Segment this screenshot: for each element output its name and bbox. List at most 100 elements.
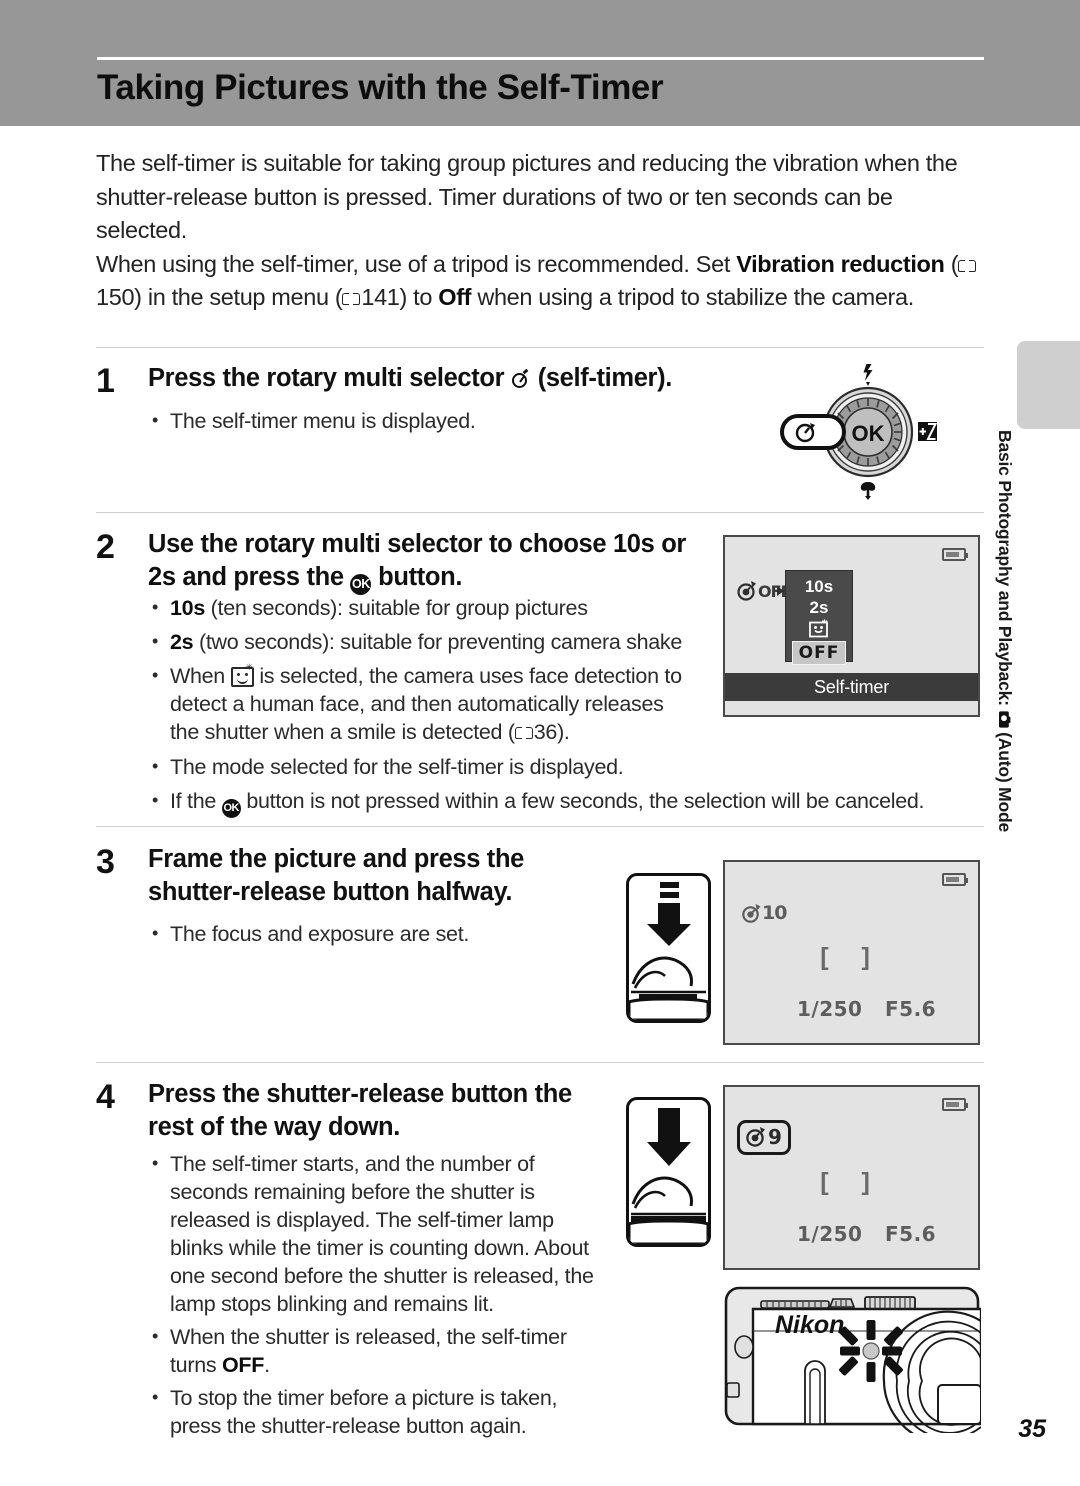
list-item: The focus and exposure are set. <box>148 919 588 948</box>
step-1-heading: Press the rotary multi selector (self-ti… <box>148 362 748 395</box>
intro-p2-ref1: 150 <box>96 284 135 310</box>
intro-p2-g: when using a tripod to stabilize the cam… <box>471 284 914 310</box>
self-timer-icon <box>511 368 531 390</box>
step-2-heading-e: and press the <box>175 563 351 591</box>
aperture-value: F5.6 <box>885 997 937 1021</box>
step-2-number: 2 <box>96 528 115 566</box>
page-header-band: Taking Pictures with the Self-Timer <box>0 0 1080 126</box>
list-item: If the OK button is not pressed within a… <box>148 786 988 818</box>
divider-step-1 <box>96 347 984 348</box>
self-timer-icon <box>746 1127 765 1147</box>
nikon-logo: Nikon <box>775 1311 844 1339</box>
divider-step-4 <box>96 1062 984 1063</box>
camera-front-illustration: Nikon <box>723 1285 983 1446</box>
divider-step-3 <box>96 826 984 827</box>
self-timer-count-indicator: 10 <box>741 902 787 924</box>
list-item: When ✳ is selected, the camera uses face… <box>148 661 688 746</box>
list-item: 10s (ten seconds): suitable for group pi… <box>148 593 688 622</box>
list-item: 2s (two seconds): suitable for preventin… <box>148 627 688 656</box>
rotary-ok-label: OK <box>852 421 885 446</box>
intro-p2-a: When using the self-timer, use of a trip… <box>96 250 737 277</box>
shutter-halfpress-illustration <box>626 873 711 1023</box>
intro-p2-c: ( <box>944 250 959 277</box>
menu-option-2s[interactable]: 2s <box>786 597 852 618</box>
shutter-speed-value: 1/250 <box>797 1222 863 1246</box>
step-1-heading-b: (self-timer). <box>530 364 673 392</box>
step-3-bullets: The focus and exposure are set. <box>148 919 588 951</box>
divider-step-2 <box>96 512 984 513</box>
bullet-bold-10s: 10s <box>170 596 205 620</box>
lcd-shooting-screen-step3: 10 [ ] 1/250 F5.6 <box>723 860 980 1045</box>
side-tab-text-part2: (Auto) Mode <box>995 727 1015 833</box>
macro-icon <box>860 482 876 500</box>
side-tab-marker <box>1017 341 1080 429</box>
intro-p2-bold-off: Off <box>438 284 472 310</box>
ok-button-icon: OK <box>221 799 241 818</box>
step-2-heading: Use the rotary multi selector to choose … <box>148 528 708 595</box>
bullet-text: (two seconds): suitable for preventing c… <box>193 630 683 654</box>
focus-brackets-icon: [ ] <box>820 1168 883 1196</box>
step-2-bullets-upper: 10s (ten seconds): suitable for group pi… <box>148 593 688 749</box>
menu-option-off-selected[interactable]: OFF <box>792 641 846 665</box>
battery-icon <box>942 548 968 561</box>
list-item: The self-timer menu is displayed. <box>148 406 708 435</box>
intro-paragraphs: The self-timer is suitable for taking gr… <box>96 147 986 315</box>
intro-p2-ref2: 141 <box>361 284 400 310</box>
bullet-text-b: button is not pressed within a few secon… <box>240 789 925 813</box>
menu-pointer-icon <box>777 586 784 596</box>
step-1-heading-a: Press the rotary multi selector <box>148 364 511 392</box>
camera-auto-icon <box>993 710 1014 728</box>
self-timer-icon <box>742 903 761 923</box>
lcd-menu-title: Self-timer <box>725 673 978 701</box>
bullet-bold-2s: 2s <box>170 630 194 654</box>
intro-paragraph-1: The self-timer is suitable for taking gr… <box>96 150 958 243</box>
shutter-fullpress-illustration <box>626 1097 711 1247</box>
page-title: Taking Pictures with the Self-Timer <box>97 68 664 107</box>
bullet-ref: 36 <box>533 720 558 744</box>
self-timer-options-popup: 10s 2s OFF <box>785 570 853 665</box>
intro-p2-bold-vibration-reduction: Vibration reduction <box>736 250 945 277</box>
self-timer-countdown-highlight: 9 <box>737 1120 791 1155</box>
exposure-compensation-icon <box>918 422 938 441</box>
step-3-number: 3 <box>96 843 115 881</box>
step-2-heading-2s: 2s <box>148 563 176 591</box>
manual-page: Taking Pictures with the Self-Timer Basi… <box>0 0 1080 1486</box>
list-item: When the shutter is released, the self-t… <box>148 1322 608 1379</box>
intro-p2-d: ) in the setup menu ( <box>134 284 343 310</box>
list-item: To stop the timer before a picture is ta… <box>148 1383 608 1440</box>
self-timer-button-highlight <box>780 414 846 450</box>
menu-option-10s[interactable]: 10s <box>786 576 852 597</box>
self-timer-icon <box>737 581 756 601</box>
flash-icon <box>863 364 873 386</box>
lcd-shooting-screen-step4: 9 [ ] 1/250 F5.6 <box>723 1085 980 1270</box>
countdown-value: 9 <box>768 1125 782 1149</box>
countdown-value: 10 <box>762 902 787 924</box>
step-2-heading-f: button. <box>371 563 463 591</box>
smile-timer-icon: ✳ <box>230 663 254 687</box>
bullet-text-a: If the <box>170 789 222 813</box>
step-2-bullets-lower: The mode selected for the self-timer is … <box>148 752 988 821</box>
ok-button-icon: OK <box>350 574 372 595</box>
step-4-number: 4 <box>96 1078 115 1116</box>
step-2-heading-a: Use the rotary multi selector to choose <box>148 530 613 558</box>
menu-option-smile[interactable] <box>786 619 852 638</box>
battery-icon <box>942 1098 968 1111</box>
list-item: The self-timer starts, and the number of… <box>148 1149 608 1318</box>
bullet-text: (ten seconds): suitable for group pictur… <box>204 596 588 620</box>
step-3-heading: Frame the picture and press the shutter-… <box>148 845 525 906</box>
focus-brackets-icon: [ ] <box>820 943 883 971</box>
bullet-bold-off: OFF <box>221 1353 265 1377</box>
manual-reference-icon <box>342 292 361 307</box>
step-2-heading-c: or <box>654 530 687 558</box>
step-4-bullets: The self-timer starts, and the number of… <box>148 1149 608 1443</box>
step-2-heading-10s: 10s <box>612 530 655 558</box>
manual-reference-icon <box>958 259 977 274</box>
rotary-multi-selector-illustration: OK <box>770 360 985 505</box>
page-number: 35 <box>1018 1415 1046 1443</box>
aperture-value: F5.6 <box>885 1222 937 1246</box>
bullet-text-a: When <box>170 664 231 688</box>
header-rule <box>97 57 984 60</box>
step-1-number: 1 <box>96 362 115 400</box>
list-item: The mode selected for the self-timer is … <box>148 752 988 781</box>
bullet-text-b: . <box>264 1353 270 1377</box>
